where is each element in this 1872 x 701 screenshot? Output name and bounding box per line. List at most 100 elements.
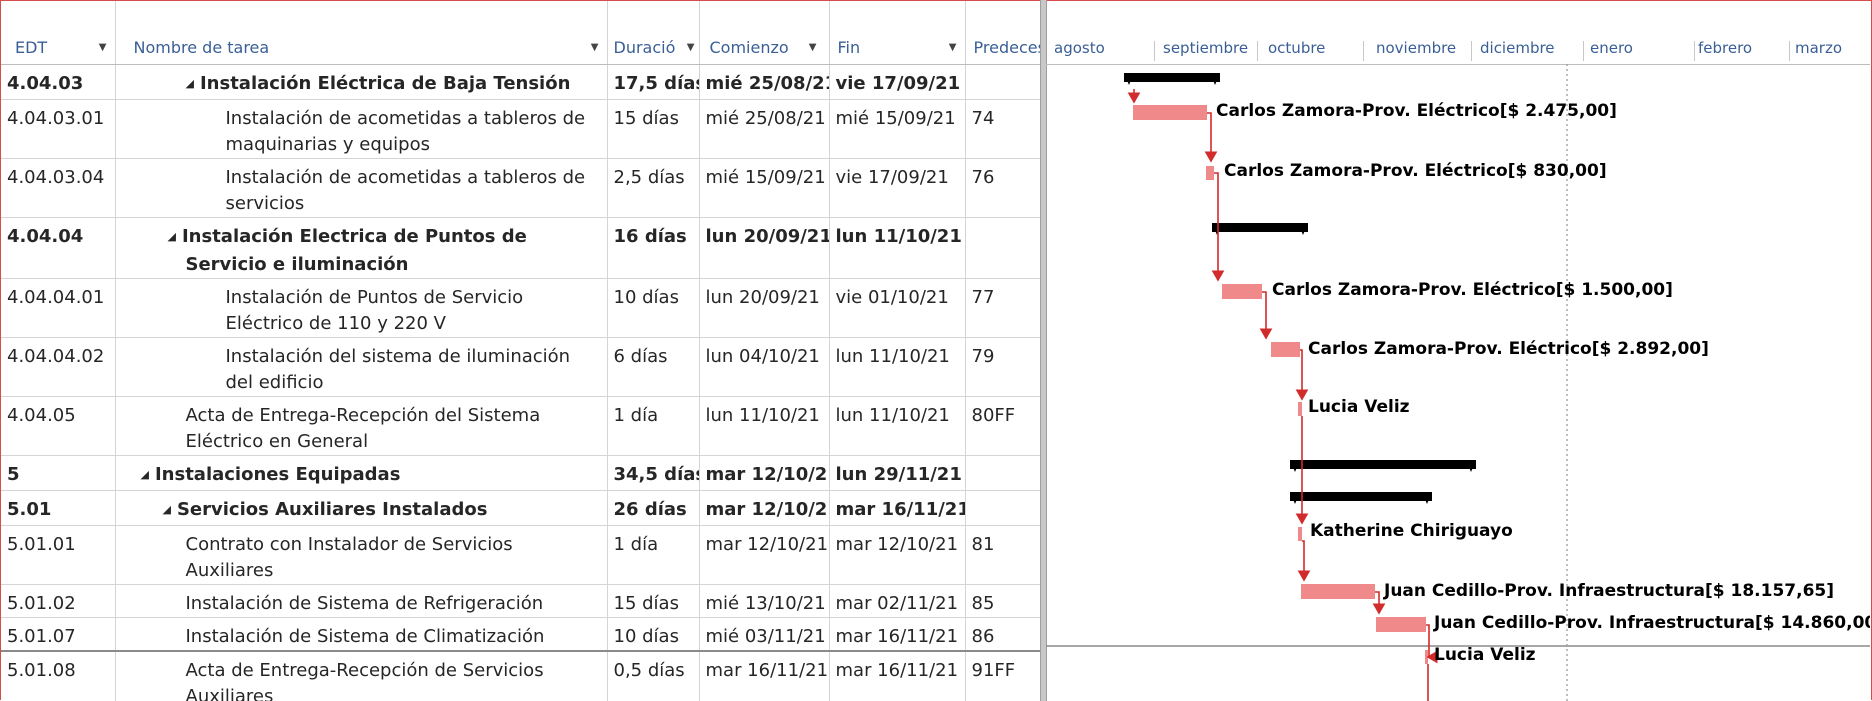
gantt-canvas[interactable]: Carlos Zamora-Prov. Eléctrico[$ 2.475,00… (1046, 1, 1870, 701)
dropdown-arrow-icon[interactable]: ▼ (949, 34, 957, 62)
finish-cell[interactable]: vie 01/10/21 (830, 279, 965, 311)
duration-cell[interactable]: 6 días (608, 338, 699, 370)
predecessor-cell[interactable]: 77 (966, 279, 1040, 311)
collapse-triangle-icon[interactable]: ◢ (186, 77, 194, 90)
finish-cell[interactable]: mar 12/10/21 (830, 526, 965, 558)
predecessor-cell[interactable]: 80FF (966, 397, 1040, 429)
edt-cell[interactable]: 4.04.03.01 (1, 100, 114, 132)
predecessor-cell[interactable]: 76 (966, 159, 1040, 191)
column-header-finish[interactable]: Fin ▼ (829, 1, 966, 65)
start-cell[interactable]: mar 12/10/21 (700, 526, 829, 558)
table-row[interactable]: 5.01.07 Instalación de Sistema de Climat… (1, 617, 1041, 652)
finish-cell[interactable]: mar 16/11/21 (830, 618, 965, 649)
task-bar[interactable] (1222, 284, 1262, 299)
edt-cell[interactable]: 4.04.03 (1, 65, 114, 97)
finish-cell[interactable]: vie 17/09/21 (830, 65, 965, 97)
duration-cell[interactable]: 17,5 días (608, 65, 699, 97)
duration-cell[interactable]: 15 días (608, 585, 699, 617)
finish-cell[interactable]: lun 11/10/21 (830, 218, 965, 250)
duration-cell[interactable]: 1 día (608, 397, 699, 429)
dropdown-arrow-icon[interactable]: ▼ (99, 34, 107, 62)
predecessor-cell[interactable] (966, 456, 1040, 462)
edt-cell[interactable]: 4.04.04.01 (1, 279, 114, 311)
finish-cell[interactable]: mar 16/11/21 (830, 652, 965, 684)
table-row[interactable]: 4.04.04 ◢ Instalación Electrica de Puntos… (1, 217, 1041, 279)
finish-cell[interactable]: lun 29/11/21 (830, 456, 965, 488)
predecessor-cell[interactable]: 74 (966, 100, 1040, 132)
summary-bar[interactable] (1290, 460, 1476, 472)
dropdown-arrow-icon[interactable]: ▼ (687, 34, 695, 62)
gantt-chart-pane[interactable]: agosto septiembre octubre noviembre dici… (1046, 1, 1870, 701)
edt-cell[interactable]: 5.01 (1, 491, 114, 523)
task-name-cell[interactable]: ◢ Instalación Electrica de Puntos de Serv… (116, 218, 607, 278)
task-bar[interactable] (1298, 402, 1302, 416)
task-bar[interactable] (1206, 166, 1214, 180)
predecessor-cell[interactable]: 81 (966, 526, 1040, 558)
duration-cell[interactable]: 16 días (608, 218, 699, 250)
column-header-start[interactable]: Comienzo ▼ (699, 1, 830, 65)
dropdown-arrow-icon[interactable]: ▼ (591, 34, 599, 62)
start-cell[interactable]: lun 04/10/21 (700, 338, 829, 370)
predecessor-cell[interactable] (966, 65, 1040, 71)
dropdown-arrow-icon[interactable]: ▼ (809, 34, 817, 62)
task-name-cell[interactable]: Instalación de Sistema de Refrigeración (116, 585, 607, 617)
task-name-cell[interactable]: ◢ Instalaciones Equipadas (116, 456, 607, 490)
finish-cell[interactable]: mar 02/11/21 (830, 585, 965, 617)
column-header-predecessors[interactable]: Predeces (965, 1, 1041, 65)
task-bar[interactable] (1133, 105, 1207, 120)
duration-cell[interactable]: 15 días (608, 100, 699, 132)
task-name-cell[interactable]: Instalación de acometidas a tableros de … (116, 159, 607, 217)
predecessor-cell[interactable]: 85 (966, 585, 1040, 617)
task-bar[interactable] (1301, 584, 1375, 599)
summary-bar[interactable] (1124, 73, 1220, 85)
edt-cell[interactable]: 5 (1, 456, 114, 488)
start-cell[interactable]: lun 20/09/21 (700, 279, 829, 311)
start-cell[interactable]: mié 25/08/21 (700, 100, 829, 132)
finish-cell[interactable]: mié 15/09/21 (830, 100, 965, 132)
table-row[interactable]: 4.04.05 Acta de Entrega-Recepción del Si… (1, 396, 1041, 456)
column-header-duration[interactable]: Duració ▼ (607, 1, 700, 65)
task-name-cell[interactable]: Instalación del sistema de iluminación d… (116, 338, 607, 396)
start-cell[interactable]: lun 20/09/21 (700, 218, 829, 250)
duration-cell[interactable]: 34,5 días (608, 456, 699, 488)
task-name-cell[interactable]: Contrato con Instalador de Servicios Aux… (116, 526, 607, 584)
collapse-triangle-icon[interactable]: ◢ (163, 503, 171, 516)
table-row[interactable]: 4.04.03.01 Instalación de acometidas a t… (1, 99, 1041, 159)
table-row[interactable]: 5.01 ◢ Servicios Auxiliares Instalados 26… (1, 490, 1041, 526)
start-cell[interactable]: mié 13/10/21 (700, 585, 829, 617)
task-name-cell[interactable]: Acta de Entrega-Recepción de Servicios A… (116, 652, 607, 701)
finish-cell[interactable]: vie 17/09/21 (830, 159, 965, 191)
predecessor-cell[interactable]: 79 (966, 338, 1040, 370)
task-bar[interactable] (1298, 527, 1302, 541)
finish-cell[interactable]: lun 11/10/21 (830, 338, 965, 370)
duration-cell[interactable]: 0,5 días (608, 652, 699, 684)
duration-cell[interactable]: 10 días (608, 279, 699, 311)
task-bar[interactable] (1376, 617, 1426, 632)
task-name-cell[interactable]: ◢ Instalación Eléctrica de Baja Tensión (116, 65, 607, 99)
start-cell[interactable]: lun 11/10/21 (700, 397, 829, 429)
duration-cell[interactable]: 26 días (608, 491, 699, 523)
task-bar[interactable] (1271, 342, 1300, 357)
predecessor-cell[interactable] (966, 218, 1040, 224)
table-row[interactable]: 4.04.04.02 Instalación del sistema de il… (1, 337, 1041, 397)
start-cell[interactable]: mar 12/10/21 (700, 456, 829, 488)
duration-cell[interactable]: 10 días (608, 618, 699, 649)
edt-cell[interactable]: 4.04.05 (1, 397, 114, 429)
task-name-cell[interactable]: Acta de Entrega-Recepción del Sistema El… (116, 397, 607, 455)
table-row[interactable]: 5.01.01 Contrato con Instalador de Servi… (1, 525, 1041, 585)
predecessor-cell[interactable]: 86 (966, 618, 1040, 649)
task-name-cell[interactable]: Instalación de Sistema de Climatización (116, 618, 607, 649)
table-row[interactable]: 4.04.03 ◢ Instalación Eléctrica de Baja T… (1, 64, 1041, 100)
column-header-name[interactable]: Nombre de tarea ▼ (115, 1, 608, 65)
start-cell[interactable]: mar 16/11/21 (700, 652, 829, 684)
edt-cell[interactable]: 4.04.03.04 (1, 159, 114, 191)
edt-cell[interactable]: 5.01.08 (1, 652, 114, 684)
start-cell[interactable]: mié 03/11/21 (700, 618, 829, 649)
table-row[interactable]: 5.01.02 Instalación de Sistema de Refrig… (1, 584, 1041, 618)
finish-cell[interactable]: mar 16/11/21 (830, 491, 965, 523)
collapse-triangle-icon[interactable]: ◢ (141, 468, 149, 481)
table-row[interactable]: 5 ◢ Instalaciones Equipadas 34,5 días mar… (1, 455, 1041, 491)
predecessor-cell[interactable]: 91FF (966, 652, 1040, 684)
summary-bar[interactable] (1212, 223, 1308, 235)
duration-cell[interactable]: 1 día (608, 526, 699, 558)
